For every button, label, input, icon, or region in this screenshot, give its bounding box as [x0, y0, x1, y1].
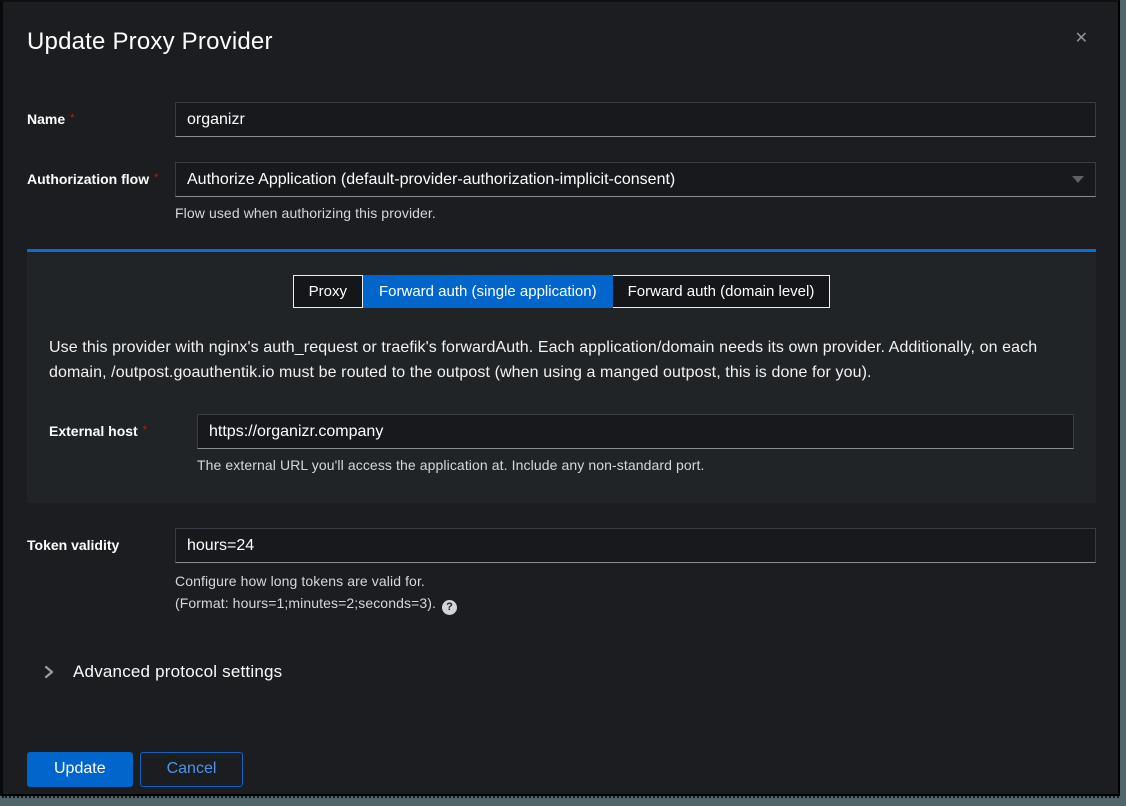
token-validity-help-line2: (Format: hours=1;minutes=2;seconds=3).?	[175, 595, 1096, 615]
authorization-flow-help: Flow used when authorizing this provider…	[175, 205, 1096, 221]
advanced-protocol-settings-toggle[interactable]: Advanced protocol settings	[27, 662, 1096, 682]
name-input[interactable]	[175, 102, 1096, 137]
required-asterisk: *	[70, 112, 74, 124]
close-icon[interactable]: ✕	[1075, 30, 1088, 46]
toggle-forward-auth-single-application[interactable]: Forward auth (single application)	[363, 275, 613, 308]
authorization-flow-field-row: Authorization flow* Authorize Applicatio…	[27, 162, 1096, 221]
required-asterisk: *	[143, 424, 147, 436]
name-field-row: Name*	[27, 102, 1096, 137]
toggle-forward-auth-domain-level[interactable]: Forward auth (domain level)	[613, 275, 831, 308]
chevron-down-icon	[1072, 176, 1084, 183]
window-frame: Update Proxy Provider ✕ Name* Authorizat…	[0, 0, 1126, 806]
required-asterisk: *	[154, 172, 158, 184]
toggle-proxy[interactable]: Proxy	[293, 275, 363, 308]
page-title: Update Proxy Provider	[27, 28, 1096, 56]
external-host-help: The external URL you'll access the appli…	[197, 457, 1074, 473]
external-host-input[interactable]	[197, 414, 1074, 449]
update-button[interactable]: Update	[27, 752, 133, 787]
external-host-field-row: External host* The external URL you'll a…	[49, 414, 1074, 473]
advanced-protocol-settings-label: Advanced protocol settings	[73, 662, 282, 682]
authorization-flow-select[interactable]: Authorize Application (default-provider-…	[175, 162, 1096, 197]
proxy-mode-toggle-group: Proxy Forward auth (single application) …	[49, 275, 1074, 308]
token-validity-input[interactable]	[175, 528, 1096, 563]
update-proxy-provider-modal: Update Proxy Provider ✕ Name* Authorizat…	[0, 0, 1120, 796]
mode-description: Use this provider with nginx's auth_requ…	[49, 335, 1074, 385]
token-validity-help-line1: Configure how long tokens are valid for.	[175, 573, 1096, 589]
proxy-mode-card: Proxy Forward auth (single application) …	[27, 249, 1096, 503]
token-validity-field-row: Token validity Configure how long tokens…	[27, 528, 1096, 615]
authorization-flow-label: Authorization flow*	[27, 162, 175, 187]
modal-header: Update Proxy Provider ✕	[27, 28, 1096, 56]
token-validity-label: Token validity	[27, 528, 175, 553]
authorization-flow-selected-value: Authorize Application (default-provider-…	[187, 171, 675, 189]
modal-footer: Update Cancel	[27, 752, 1096, 787]
name-label: Name*	[27, 102, 175, 127]
help-question-icon[interactable]: ?	[442, 600, 457, 615]
chevron-right-icon	[44, 664, 56, 680]
cancel-button[interactable]: Cancel	[140, 752, 244, 787]
external-host-label: External host*	[49, 414, 197, 439]
